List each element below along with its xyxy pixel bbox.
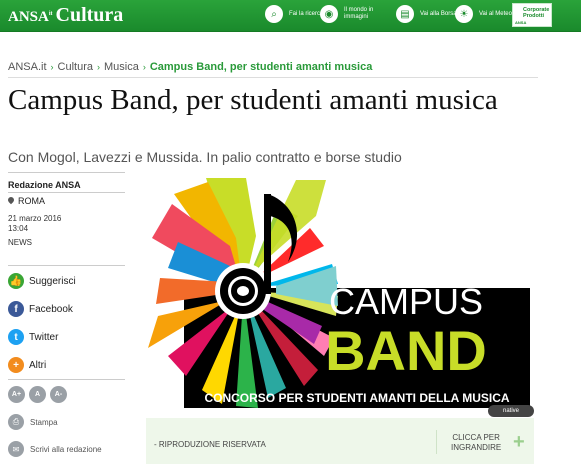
location-pin-icon (8, 197, 14, 205)
stock-tool[interactable]: ▤ Vai alla Borsa (396, 5, 460, 23)
breadcrumb-cultura[interactable]: Cultura (58, 61, 93, 73)
place-label: ROMA (18, 196, 45, 206)
article-title: Campus Band, per studenti amanti musica (8, 84, 498, 116)
image-caption-bar: - RIPRODUZIONE RISERVATA CLICCA PER INGR… (146, 418, 534, 464)
font-decrease-button[interactable]: A- (50, 386, 67, 403)
share-divider (8, 379, 125, 380)
native-badge[interactable]: native (488, 405, 534, 417)
top-bar: ANSAit Cultura ⌕ Fai la ricerca ◉ Il mon… (0, 0, 581, 32)
print-button[interactable]: ⎙ Stampa (8, 414, 58, 430)
article-author: Redazione ANSA (8, 180, 81, 190)
breadcrumb-divider (8, 77, 538, 78)
stock-icon: ▤ (396, 5, 414, 23)
campus-band-logo-image: CAMPUS BAND CONCORSO PER STUDENTI AMANTI… (148, 178, 530, 408)
logo-tagline: CONCORSO PER STUDENTI AMANTI DELLA MUSIC… (204, 391, 509, 405)
facebook-icon: f (8, 301, 24, 317)
breadcrumb-musica[interactable]: Musica (104, 61, 139, 73)
breadcrumb-separator: › (96, 62, 100, 72)
breadcrumb-home[interactable]: ANSA.it (8, 61, 47, 73)
breadcrumb-separator: › (142, 62, 146, 72)
article-type: NEWS (8, 238, 32, 247)
section-title: Cultura (55, 4, 124, 26)
breadcrumb: ANSA.it › Cultura › Musica › Campus Band, per … (8, 61, 372, 73)
print-icon: ⎙ (8, 414, 24, 430)
weather-tool[interactable]: ☀ Vai al Meteo (455, 5, 519, 23)
plus-icon: + (8, 357, 24, 373)
write-editor-button[interactable]: ✉ Scrivi alla redazione (8, 441, 102, 457)
date-label: 21 marzo 2016 (8, 214, 62, 223)
corporate-label: Corporate Prodotti (523, 7, 550, 19)
brand-logo[interactable]: ANSAit Cultura (8, 4, 123, 27)
weather-icon: ☀ (455, 5, 473, 23)
twitter-icon: t (8, 329, 24, 345)
breadcrumb-current: Campus Band, per studenti amanti musica (149, 61, 373, 73)
share-label: Suggerisci (29, 275, 76, 287)
article-date: 21 marzo 2016 13:04 (8, 214, 61, 234)
article-image[interactable]: CAMPUS BAND CONCORSO PER STUDENTI AMANTI… (146, 176, 534, 416)
corporate-logo: ANSA (515, 20, 527, 25)
meta-divider (8, 172, 125, 173)
corporate-link[interactable]: Corporate Prodotti ANSA (512, 3, 552, 27)
share-twitter[interactable]: t Twitter (8, 329, 58, 345)
mail-icon: ✉ (8, 441, 24, 457)
share-label: Twitter (29, 331, 59, 343)
logo-word-campus: CAMPUS (329, 281, 483, 322)
share-label: Facebook (29, 303, 73, 315)
enlarge-button[interactable]: CLICCA PER INGRANDIRE (451, 433, 501, 453)
binoculars-icon: ⌕ (265, 5, 283, 23)
breadcrumb-separator: › (50, 62, 54, 72)
write-editor-label: Scrivi alla redazione (30, 444, 102, 454)
font-increase-button[interactable]: A+ (8, 386, 25, 403)
globe-icon: ◉ (320, 5, 338, 23)
font-size-controls: A+ A A- (8, 386, 71, 403)
time-label: 13:04 (8, 224, 29, 233)
article-place: ROMA (8, 196, 45, 206)
images-tool-label: Il mondo in immagini (344, 7, 374, 20)
enlarge-label-line1: CLICCA PER (452, 433, 500, 442)
share-facebook[interactable]: f Facebook (8, 301, 73, 317)
caption-divider (436, 430, 437, 454)
share-altri[interactable]: + Altri (8, 357, 46, 373)
images-tool[interactable]: ◉ Il mondo in immagini (320, 5, 384, 23)
meta-divider (8, 192, 125, 193)
thumbs-up-icon: 👍 (8, 273, 24, 289)
print-label: Stampa (30, 417, 58, 427)
enlarge-plus-icon[interactable]: + (513, 432, 525, 452)
share-label: Altri (29, 359, 47, 371)
meta-divider (8, 265, 125, 266)
rights-notice: - RIPRODUZIONE RISERVATA (154, 440, 266, 449)
stock-tool-label: Vai alla Borsa (420, 10, 457, 17)
enlarge-label-line2: INGRANDIRE (451, 443, 502, 452)
share-suggerisci[interactable]: 👍 Suggerisci (8, 273, 76, 289)
font-reset-button[interactable]: A (29, 386, 46, 403)
logo-word-band: BAND (325, 319, 487, 382)
article-subtitle: Con Mogol, Lavezzi e Mussida. In palio c… (8, 149, 402, 165)
brand-ansa: ANSAit (8, 9, 53, 25)
